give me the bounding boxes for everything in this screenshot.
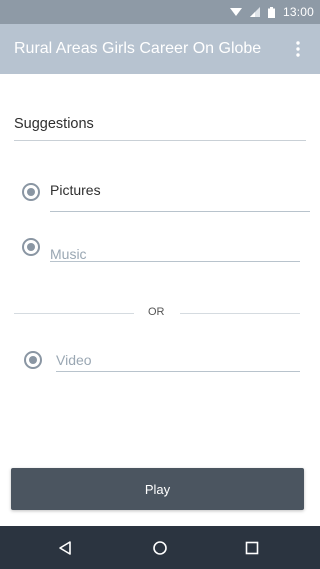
battery-icon xyxy=(267,6,275,18)
signal-icon xyxy=(249,7,260,17)
radio-selected-dot xyxy=(29,356,37,364)
or-text: OR xyxy=(148,306,165,318)
radio-video[interactable] xyxy=(24,351,42,369)
radio-selected-dot xyxy=(27,243,35,251)
app-bar: Rural Areas Girls Career On Globe xyxy=(0,24,320,74)
status-time: 13:00 xyxy=(282,5,314,19)
or-line-right xyxy=(180,313,300,314)
video-label: Video xyxy=(56,352,92,368)
suggestions-divider xyxy=(14,140,306,141)
app-title: Rural Areas Girls Career On Globe xyxy=(14,40,262,57)
status-bar: 13:00 xyxy=(0,0,320,24)
or-separator: OR xyxy=(14,305,300,321)
radio-music[interactable] xyxy=(22,238,40,256)
back-icon[interactable] xyxy=(55,538,75,558)
radio-pictures[interactable] xyxy=(22,183,40,201)
music-field[interactable]: Music xyxy=(50,246,300,262)
radio-selected-dot xyxy=(27,188,35,196)
play-button[interactable]: Play xyxy=(11,468,304,510)
or-line-left xyxy=(14,313,134,314)
suggestions-label: Suggestions xyxy=(14,116,94,132)
more-vert-icon[interactable] xyxy=(286,37,310,61)
wifi-icon xyxy=(229,7,242,17)
video-field[interactable]: Video xyxy=(56,352,300,372)
music-label: Music xyxy=(50,246,87,262)
recents-icon[interactable] xyxy=(242,538,262,558)
pictures-label: Pictures xyxy=(50,182,101,198)
home-icon[interactable] xyxy=(150,538,170,558)
pictures-field[interactable]: Pictures xyxy=(50,182,310,212)
nav-bar xyxy=(0,526,320,569)
